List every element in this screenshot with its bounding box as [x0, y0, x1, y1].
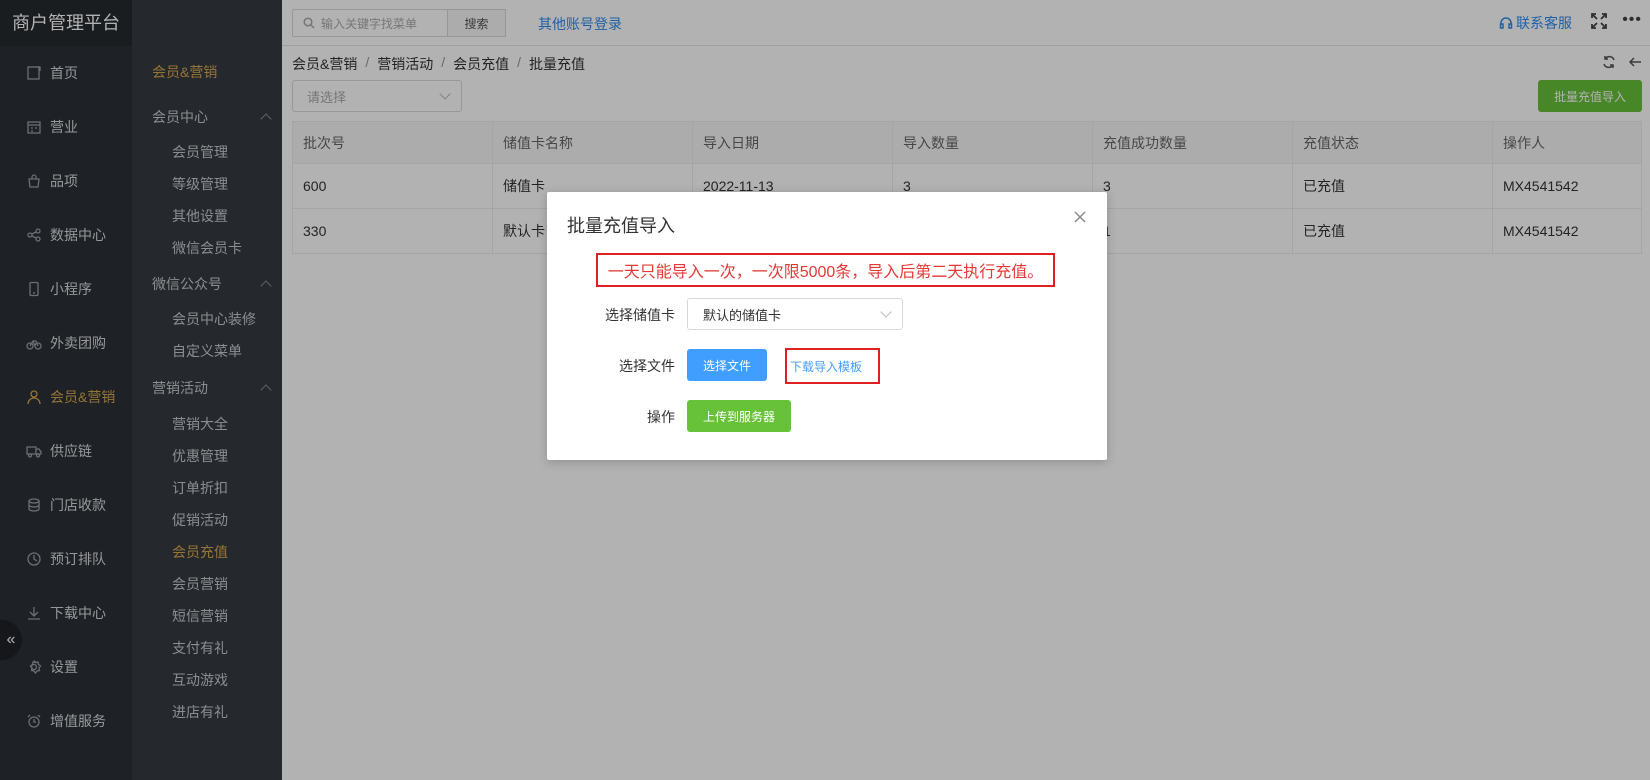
card-select-value: 默认的储值卡	[703, 307, 782, 323]
chevron-down-icon	[880, 306, 892, 318]
card-select-label: 选择储值卡	[605, 307, 675, 323]
choose-file-button[interactable]: 选择文件	[687, 349, 767, 381]
close-icon[interactable]	[1073, 210, 1087, 224]
dialog-title: 批量充值导入	[567, 216, 675, 236]
file-label: 选择文件	[619, 358, 675, 374]
action-label: 操作	[647, 409, 675, 425]
upload-to-server-button[interactable]: 上传到服务器	[687, 400, 791, 432]
stored-value-card-select[interactable]: 默认的储值卡	[687, 298, 903, 330]
import-warning-notice: 一天只能导入一次，一次限5000条，导入后第二天执行充值。	[596, 253, 1055, 287]
download-template-link[interactable]: 下载导入模板	[785, 348, 880, 384]
batch-import-dialog: 批量充值导入 一天只能导入一次，一次限5000条，导入后第二天执行充值。 选择储…	[547, 192, 1107, 460]
